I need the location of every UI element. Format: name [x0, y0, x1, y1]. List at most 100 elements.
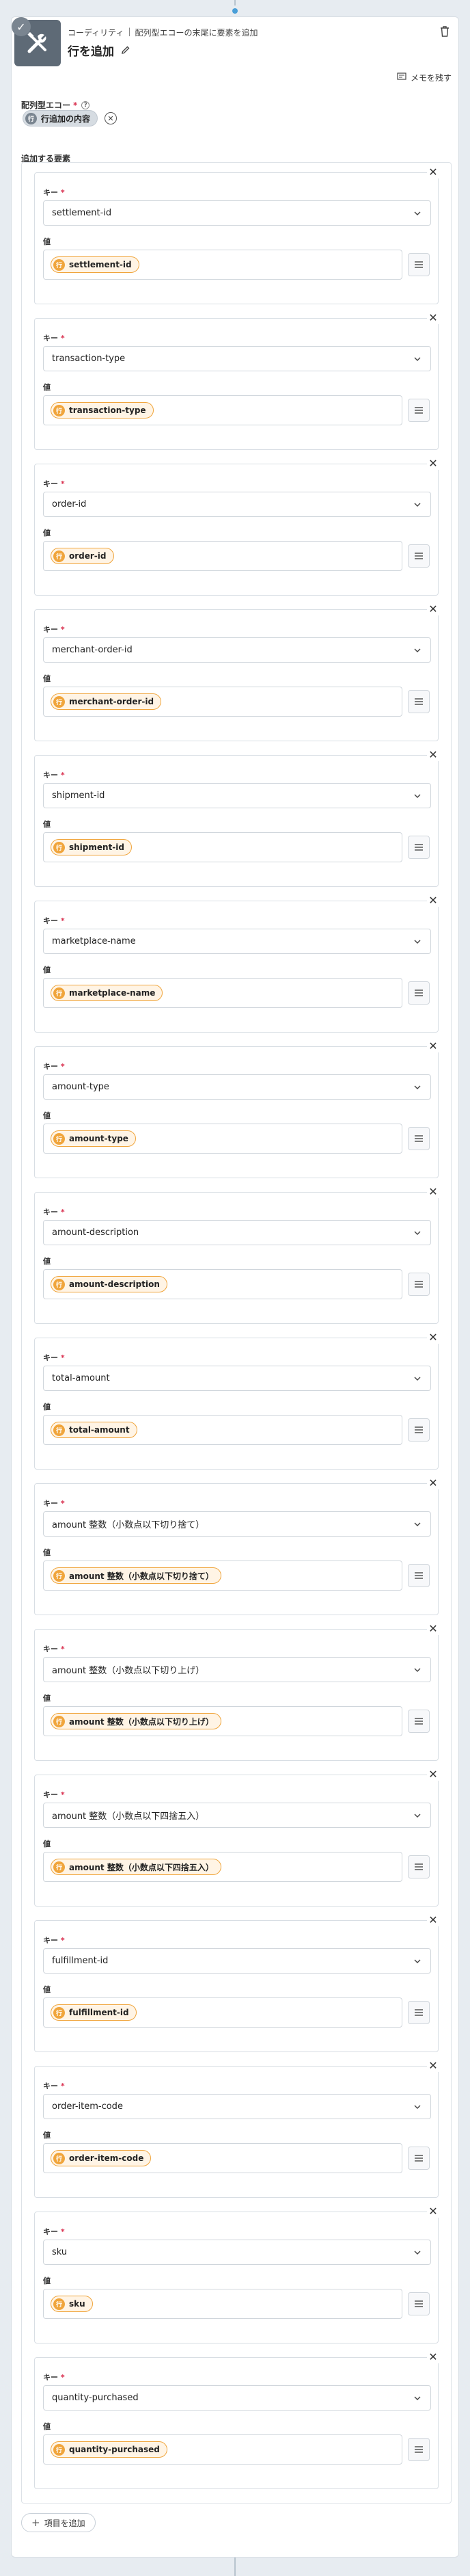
value-pill[interactable]: 行 quantity-purchased	[51, 2441, 167, 2458]
list-button[interactable]	[408, 253, 430, 276]
source-label: 配列型エコー * ?	[21, 99, 90, 111]
list-button[interactable]	[408, 2147, 430, 2170]
key-select[interactable]: amount 整数（小数点以下四捨五入）	[43, 1803, 431, 1828]
value-input[interactable]: 行 order-item-code	[43, 2143, 402, 2173]
value-input[interactable]: 行 transaction-type	[43, 395, 402, 425]
key-label: キー *	[43, 624, 65, 635]
value-pill[interactable]: 行 amount 整数（小数点以下切り上げ）	[51, 1713, 221, 1729]
remove-item-icon[interactable]: ✕	[427, 603, 439, 615]
key-select[interactable]: quantity-purchased	[43, 2385, 431, 2411]
help-icon[interactable]: ?	[81, 101, 90, 109]
value-pill[interactable]: 行 amount 整数（小数点以下切り捨て）	[51, 1567, 221, 1584]
remove-item-icon[interactable]: ✕	[427, 1040, 439, 1052]
value-input[interactable]: 行 order-id	[43, 541, 402, 571]
row-badge-icon: 行	[53, 1715, 65, 1727]
remove-item-icon[interactable]: ✕	[427, 1477, 439, 1489]
remove-item-icon[interactable]: ✕	[427, 2351, 439, 2363]
value-input[interactable]: 行 merchant-order-id	[43, 687, 402, 717]
key-select[interactable]: merchant-order-id	[43, 637, 431, 663]
value-input[interactable]: 行 amount 整数（小数点以下切り上げ）	[43, 1706, 402, 1736]
list-button[interactable]	[408, 1418, 430, 1442]
memo-button[interactable]: メモを残す	[397, 72, 452, 83]
value-pill[interactable]: 行 amount 整数（小数点以下四捨五入）	[51, 1859, 221, 1875]
value-label: 値	[43, 237, 51, 246]
remove-item-icon[interactable]: ✕	[427, 2060, 439, 2072]
remove-item-icon[interactable]: ✕	[427, 1186, 439, 1198]
value-pill[interactable]: 行 total-amount	[51, 1422, 137, 1438]
key-select[interactable]: marketplace-name	[43, 929, 431, 954]
remove-item-icon[interactable]: ✕	[427, 166, 439, 178]
pencil-icon[interactable]	[121, 45, 132, 56]
remove-item-icon[interactable]: ✕	[427, 749, 439, 761]
key-select[interactable]: amount 整数（小数点以下切り上げ）	[43, 1657, 431, 1682]
value-input[interactable]: 行 amount-type	[43, 1124, 402, 1154]
clear-source-icon[interactable]: ✕	[105, 112, 118, 124]
value-input[interactable]: 行 quantity-purchased	[43, 2434, 402, 2465]
list-button[interactable]	[408, 1127, 430, 1150]
value-input[interactable]: 行 fulfillment-id	[43, 1997, 402, 2028]
remove-item-icon[interactable]: ✕	[427, 1768, 439, 1781]
key-select[interactable]: order-id	[43, 492, 431, 517]
list-button[interactable]	[408, 836, 430, 859]
remove-item-icon[interactable]: ✕	[427, 1331, 439, 1344]
add-item-button[interactable]: + 項目を追加	[21, 2513, 96, 2532]
key-select[interactable]: fulfillment-id	[43, 1948, 431, 1974]
value-pill[interactable]: 行 settlement-id	[51, 256, 139, 273]
key-select[interactable]: sku	[43, 2240, 431, 2265]
value-input[interactable]: 行 settlement-id	[43, 250, 402, 280]
value-pill[interactable]: 行 shipment-id	[51, 839, 132, 855]
list-button[interactable]	[408, 544, 430, 568]
remove-item-icon[interactable]: ✕	[427, 1623, 439, 1635]
key-select[interactable]: settlement-id	[43, 200, 431, 226]
list-button[interactable]	[408, 1273, 430, 1296]
key-select[interactable]: shipment-id	[43, 783, 431, 808]
remove-item-icon[interactable]: ✕	[427, 2205, 439, 2218]
value-input[interactable]: 行 amount-description	[43, 1269, 402, 1299]
remove-item-icon[interactable]: ✕	[427, 312, 439, 324]
value-pill-label: order-id	[69, 551, 107, 561]
list-button[interactable]	[408, 1855, 430, 1878]
list-icon	[415, 2155, 423, 2162]
value-pill[interactable]: 行 amount-type	[51, 1130, 136, 1147]
element-item: ✕ キー * order-id 値 行 order-id	[34, 457, 439, 596]
value-pill-label: quantity-purchased	[69, 2445, 160, 2454]
source-pill[interactable]: 行 行追加の内容	[23, 110, 98, 127]
required-mark: *	[60, 1645, 65, 1654]
plus-icon: +	[31, 2517, 40, 2529]
value-pill[interactable]: 行 transaction-type	[51, 402, 154, 419]
list-button[interactable]	[408, 690, 430, 713]
value-pill[interactable]: 行 sku	[51, 2296, 93, 2312]
list-button[interactable]	[408, 1710, 430, 1733]
list-button[interactable]	[408, 2292, 430, 2315]
trash-icon[interactable]	[439, 25, 452, 39]
list-button[interactable]	[408, 399, 430, 422]
value-pill[interactable]: 行 order-item-code	[51, 2150, 152, 2166]
key-select[interactable]: amount-description	[43, 1220, 431, 1245]
element-item: ✕ キー * settlement-id 値 行 settlement-id	[34, 166, 439, 304]
list-button[interactable]	[408, 1564, 430, 1587]
remove-item-icon[interactable]: ✕	[427, 894, 439, 907]
list-button[interactable]	[408, 2438, 430, 2461]
value-input[interactable]: 行 total-amount	[43, 1415, 402, 1445]
list-button[interactable]	[408, 2001, 430, 2024]
key-label-text: キー	[43, 1353, 58, 1362]
remove-item-icon[interactable]: ✕	[427, 457, 439, 470]
value-pill[interactable]: 行 amount-description	[51, 1276, 167, 1292]
value-input[interactable]: 行 sku	[43, 2289, 402, 2319]
value-pill[interactable]: 行 merchant-order-id	[51, 693, 162, 710]
key-select[interactable]: order-item-code	[43, 2094, 431, 2119]
key-select[interactable]: transaction-type	[43, 346, 431, 371]
value-input[interactable]: 行 amount 整数（小数点以下切り捨て）	[43, 1561, 402, 1591]
value-pill[interactable]: 行 order-id	[51, 548, 114, 564]
key-select[interactable]: amount-type	[43, 1074, 431, 1100]
value-pill[interactable]: 行 marketplace-name	[51, 985, 163, 1001]
key-select[interactable]: total-amount	[43, 1366, 431, 1391]
value-input[interactable]: 行 shipment-id	[43, 832, 402, 862]
remove-item-icon[interactable]: ✕	[427, 1914, 439, 1926]
value-input[interactable]: 行 amount 整数（小数点以下四捨五入）	[43, 1852, 402, 1882]
list-button[interactable]	[408, 981, 430, 1005]
connector-node[interactable]	[230, 5, 240, 16]
value-pill[interactable]: 行 fulfillment-id	[51, 2004, 137, 2021]
value-input[interactable]: 行 marketplace-name	[43, 978, 402, 1008]
key-select[interactable]: amount 整数（小数点以下切り捨て）	[43, 1511, 431, 1537]
